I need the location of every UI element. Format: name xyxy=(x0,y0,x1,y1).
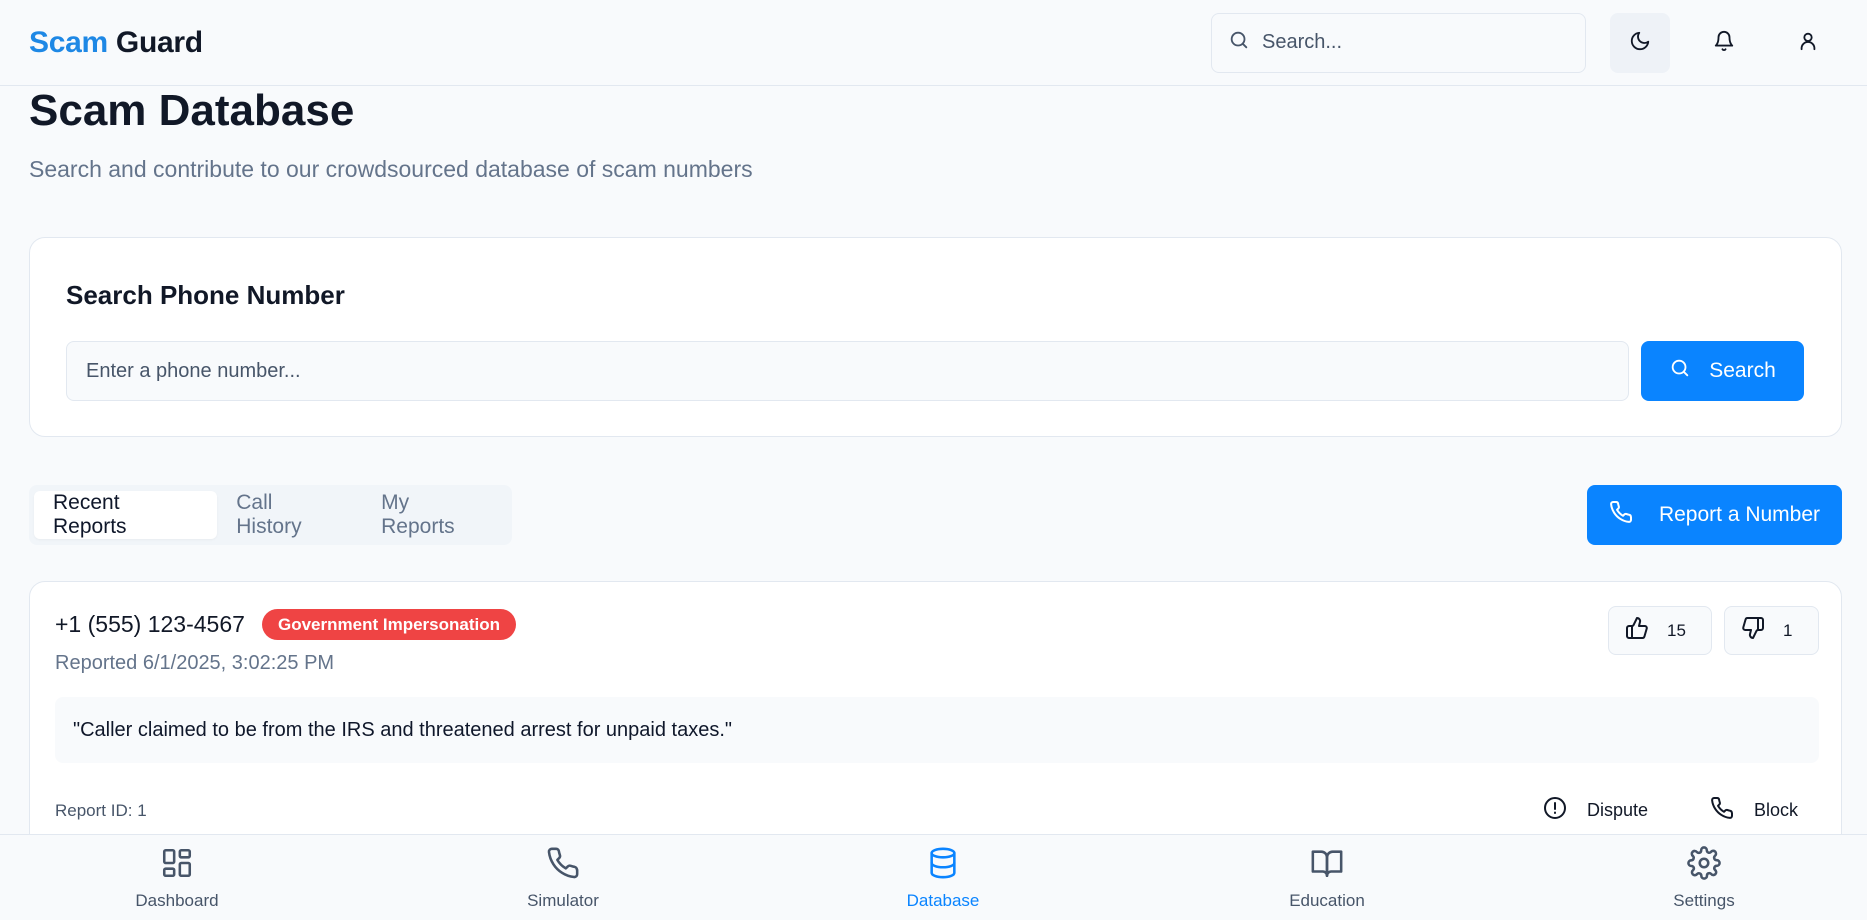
category-badge: Government Impersonation xyxy=(262,609,516,640)
upvote-count: 15 xyxy=(1667,620,1686,640)
database-icon xyxy=(926,846,960,885)
report-comment: "Caller claimed to be from the IRS and t… xyxy=(55,697,1819,763)
profile-button[interactable] xyxy=(1778,13,1838,73)
user-icon xyxy=(1797,30,1819,55)
report-tabs: Recent Reports Call History My Reports xyxy=(29,485,512,545)
phone-icon xyxy=(1710,796,1734,825)
nav-item-education[interactable]: Education xyxy=(1277,835,1377,920)
logo-part-scam: Scam xyxy=(29,25,108,59)
page-title: Scam Database xyxy=(29,86,355,135)
phone-icon xyxy=(1609,500,1633,530)
page-subtitle: Search and contribute to our crowdsource… xyxy=(29,156,753,182)
nav-label-database: Database xyxy=(906,890,980,910)
book-icon xyxy=(1310,846,1344,885)
theme-toggle-button[interactable] xyxy=(1610,12,1670,73)
search-icon xyxy=(1669,357,1691,385)
thumbs-up-icon xyxy=(1625,616,1649,645)
bell-icon xyxy=(1713,30,1735,55)
dispute-button[interactable]: Dispute xyxy=(1543,787,1648,833)
downvote-count: 1 xyxy=(1783,620,1793,640)
nav-item-database[interactable]: Database xyxy=(893,835,993,920)
nav-item-dashboard[interactable]: Dashboard xyxy=(117,835,237,920)
block-label: Block xyxy=(1754,799,1799,820)
nav-label-settings: Settings xyxy=(1673,890,1735,910)
thumbs-down-icon xyxy=(1741,616,1765,645)
logo-part-guard: Guard xyxy=(115,25,203,59)
search-icon xyxy=(1228,29,1250,57)
header-search[interactable] xyxy=(1211,12,1586,73)
dispute-label: Dispute xyxy=(1587,799,1649,820)
top-header: Scam Guard xyxy=(0,0,1867,86)
nav-item-settings[interactable]: Settings xyxy=(1664,835,1744,920)
dashboard-icon xyxy=(160,846,194,885)
tab-recent-reports[interactable]: Recent Reports xyxy=(34,491,218,539)
search-button-label: Search xyxy=(1709,359,1776,382)
phone-number-input[interactable] xyxy=(66,341,1629,401)
header-search-input[interactable] xyxy=(1262,31,1569,54)
report-date: Reported 6/1/2025, 3:02:25 PM xyxy=(55,652,335,674)
notifications-button[interactable] xyxy=(1694,13,1754,73)
report-number-label: Report a Number xyxy=(1658,503,1821,526)
alert-circle-icon xyxy=(1543,796,1567,825)
downvote-button[interactable]: 1 xyxy=(1724,606,1819,655)
nav-label-simulator: Simulator xyxy=(527,890,599,910)
bottom-nav: Dashboard Simulator Database Education S… xyxy=(0,834,1867,920)
phone-icon xyxy=(546,846,580,885)
report-phone-number: +1 (555) 123-4567 xyxy=(55,611,245,637)
search-card-title: Search Phone Number xyxy=(66,280,345,310)
header-actions xyxy=(1211,12,1838,73)
search-button[interactable]: Search xyxy=(1641,341,1804,401)
app-root: Scam Guard Search... Scam Database Searc… xyxy=(0,0,1867,920)
moon-icon xyxy=(1629,30,1651,55)
report-card: +1 (555) 123-4567 Government Impersonati… xyxy=(29,581,1842,861)
gear-icon xyxy=(1687,845,1721,885)
nav-label-dashboard: Dashboard xyxy=(135,890,219,910)
nav-label-education: Education xyxy=(1289,890,1365,910)
upvote-button[interactable]: 15 xyxy=(1608,606,1712,655)
block-button[interactable]: Block xyxy=(1710,787,1798,833)
tab-call-history[interactable]: Call History xyxy=(217,491,362,539)
report-number-button[interactable]: Report a Number xyxy=(1587,485,1842,545)
report-id: Report ID: 1 xyxy=(55,801,147,820)
app-logo[interactable]: Scam Guard xyxy=(29,26,203,60)
nav-item-simulator[interactable]: Simulator xyxy=(513,835,613,920)
search-phone-card: Search Phone Number Search xyxy=(29,237,1842,437)
tab-my-reports[interactable]: My Reports xyxy=(362,491,507,539)
